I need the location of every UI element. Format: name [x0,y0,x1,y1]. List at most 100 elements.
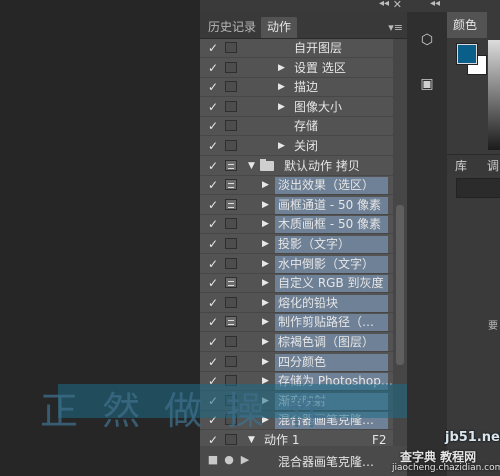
close-icon[interactable]: ✕ [393,0,402,11]
dialog-toggle-icon[interactable] [225,100,237,112]
action-row[interactable]: ✓ ▶ 木质画框 - 50 像素 [200,215,393,235]
dialog-toggle-icon[interactable] [225,42,237,53]
dialog-toggle-icon[interactable] [225,257,237,269]
check-toggle-icon[interactable]: ✓ [206,98,220,117]
action-label: 木质画框 - 50 像素 [278,217,382,232]
chevron-right-icon[interactable]: ▶ [262,235,269,254]
panel-menu-icon[interactable]: ▾≡ [388,21,403,34]
foreground-color-swatch[interactable] [457,44,477,64]
check-toggle-icon[interactable]: ✓ [206,39,220,58]
action-row[interactable]: ✓ 存储 [200,117,393,137]
play-icon[interactable]: ▶ [238,453,252,467]
dialog-toggle-icon[interactable] [225,355,237,367]
check-toggle-icon[interactable]: ✓ [206,157,220,176]
chevron-right-icon[interactable]: ▶ [278,78,285,97]
check-toggle-icon[interactable]: ✓ [206,294,220,313]
chevron-right-icon[interactable]: ▶ [262,196,269,215]
action-row[interactable]: ✓ ▶ 关闭 [200,137,393,156]
chevron-down-icon[interactable]: ▼ [248,157,255,176]
action-label: 存储 [294,119,319,134]
dialog-toggle-icon[interactable] [225,61,237,73]
action-label: 制作剪贴路径（… [278,315,375,330]
dialog-toggle-icon[interactable] [225,218,237,230]
dialog-toggle-icon[interactable] [225,140,237,151]
action-row[interactable]: ✓ ▼ 动作 1 F2 [200,431,393,446]
side-text: 要 [488,321,498,332]
action-row[interactable]: ✓ ▶ 投影（文字） [200,235,393,254]
action-row[interactable]: ✓ ▶ 制作剪贴路径（… [200,313,393,333]
check-toggle-icon[interactable]: ✓ [206,215,220,234]
check-toggle-icon[interactable]: ✓ [206,137,220,156]
chevron-right-icon[interactable]: ▶ [262,313,269,332]
dialog-toggle-icon[interactable] [225,434,237,445]
record-icon[interactable]: ● [222,453,236,467]
action-row[interactable]: ✓ ▶ 四分颜色 [200,353,393,372]
action-label: 水中倒影（文字） [278,256,375,271]
action-set-row[interactable]: ✓ ▼ 默认动作 拷贝 [200,157,393,176]
tab-actions[interactable]: 动作 [261,17,298,38]
chevron-right-icon[interactable]: ▶ [262,353,269,372]
check-toggle-icon[interactable]: ✓ [206,431,220,446]
chevron-right-icon[interactable]: ▶ [262,333,269,352]
dialog-toggle-icon[interactable] [225,159,237,171]
check-toggle-icon[interactable]: ✓ [206,255,220,274]
stop-icon[interactable]: ■ [206,453,220,467]
dialog-toggle-icon[interactable] [225,238,237,249]
check-toggle-icon[interactable]: ✓ [206,353,220,372]
check-toggle-icon[interactable]: ✓ [206,313,220,332]
action-row[interactable]: ✓ ▶ 自定义 RGB 到灰度 [200,274,393,294]
action-label: 四分颜色 [278,354,327,369]
chevron-right-icon[interactable]: ▶ [262,215,269,234]
chevron-right-icon[interactable]: ▶ [262,176,269,195]
panel-header: ◂◂ ✕ [200,0,407,12]
scrollbar-thumb[interactable] [396,205,404,365]
chevron-right-icon[interactable]: ▶ [278,59,285,78]
chevron-down-icon[interactable]: ▼ [248,431,255,446]
3d-cube-icon[interactable]: ⬡ [415,28,439,52]
dialog-toggle-icon[interactable] [225,316,237,328]
actions-bottom-bar: ■ ● ▶ 混合器画笔克隆… [200,446,407,476]
tab-history[interactable]: 历史记录 [202,17,263,38]
color-ramp[interactable] [488,40,500,150]
check-toggle-icon[interactable]: ✓ [206,59,220,78]
action-row[interactable]: ✓ ▶ 棕褐色调（图层） [200,333,393,352]
collapse-icon[interactable]: ◂◂ [430,0,440,9]
dialog-toggle-icon[interactable] [225,81,237,93]
check-toggle-icon[interactable]: ✓ [206,333,220,352]
actions-panel-icon[interactable]: ▣ [415,72,439,96]
check-toggle-icon[interactable]: ✓ [206,274,220,293]
action-row[interactable]: ✓ ▶ 淡出效果（选区） [200,176,393,196]
check-toggle-icon[interactable]: ✓ [206,176,220,195]
tab-library[interactable]: 库 [455,157,467,174]
action-label: 动作 1 [264,433,300,446]
action-row[interactable]: ✓ ▶ 设置 选区 [200,59,393,78]
tab-adjust[interactable]: 调 [487,157,499,174]
action-row[interactable]: ✓ ▶ 描边 [200,78,393,98]
chevron-right-icon[interactable]: ▶ [262,274,269,293]
chevron-right-icon[interactable]: ▶ [262,255,269,274]
tool-strip-header [407,0,447,12]
chevron-right-icon[interactable]: ▶ [278,137,285,156]
check-toggle-icon[interactable]: ✓ [206,235,220,254]
dialog-toggle-icon[interactable] [225,336,237,347]
action-label: 投影（文字） [278,237,351,251]
dialog-toggle-icon[interactable] [225,296,237,308]
dialog-toggle-icon[interactable] [225,198,237,210]
chevron-right-icon[interactable]: ▶ [278,98,285,117]
collapse-icon[interactable]: ◂◂ [379,0,389,9]
check-toggle-icon[interactable]: ✓ [206,117,220,136]
tab-color[interactable]: 颜色 [447,12,487,38]
dialog-toggle-icon[interactable] [225,179,237,191]
check-toggle-icon[interactable]: ✓ [206,78,220,97]
check-toggle-icon[interactable]: ✓ [206,196,220,215]
action-row[interactable]: ✓ ▶ 熔化的铅块 [200,294,393,313]
action-row[interactable]: ✓ ▶ 画框通道 - 50 像素 [200,196,393,215]
action-row[interactable]: ✓ ▶ 水中倒影（文字） [200,255,393,274]
action-row[interactable]: ✓ 自开图层 [200,39,393,58]
dialog-toggle-icon[interactable] [225,277,237,289]
library-search-input[interactable] [456,178,500,198]
action-row[interactable]: ✓ ▶ 图像大小 [200,98,393,117]
chevron-right-icon[interactable]: ▶ [262,294,269,313]
action-label: 淡出效果（选区） [278,178,375,193]
dialog-toggle-icon[interactable] [225,120,237,132]
